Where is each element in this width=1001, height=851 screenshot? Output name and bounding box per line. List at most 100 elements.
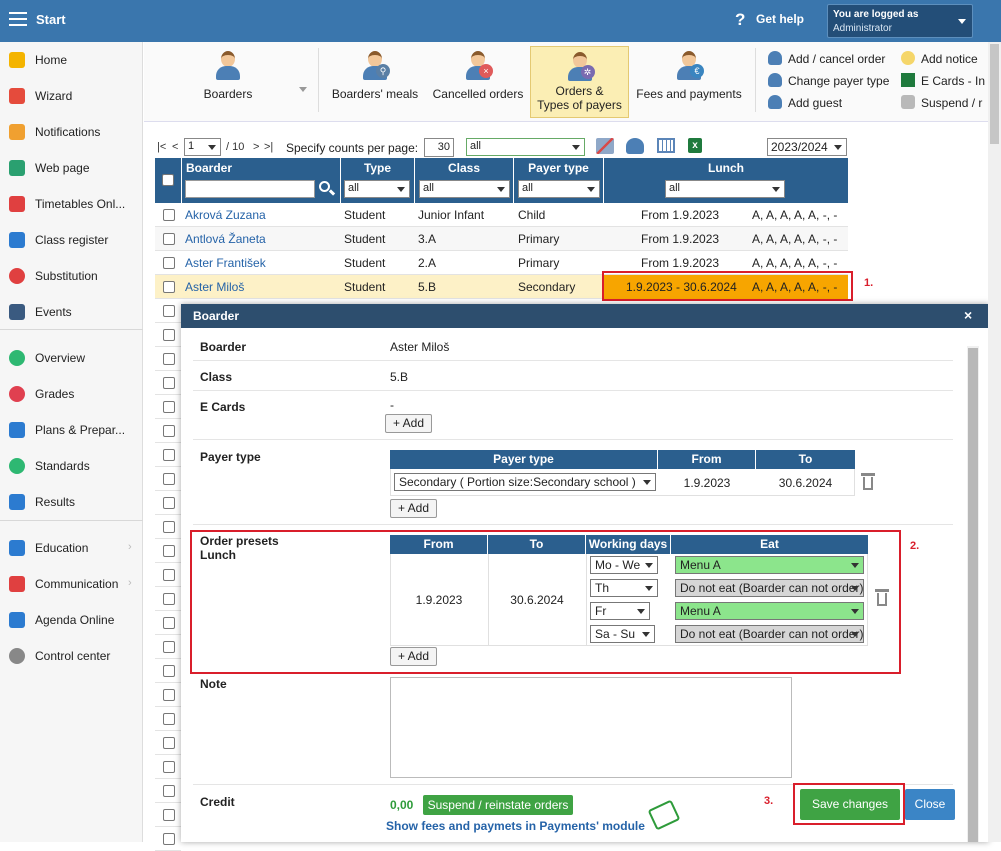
school-year-select[interactable]: 2023/2024 [767, 138, 847, 156]
table-row[interactable] [155, 467, 181, 491]
fees-payments-link[interactable]: Show fees and paymets in Payments' modul… [386, 819, 645, 833]
page-scrollbar-thumb[interactable] [990, 44, 999, 144]
lunch-days-cell[interactable]: A, A, A, A, A, -, - [752, 208, 837, 222]
last-page-link[interactable]: >| [264, 141, 273, 153]
table-row[interactable]: Antlová Žaneta Student 3.A Primary From … [155, 227, 848, 251]
sidebar-item-standards[interactable]: Standards [0, 448, 143, 482]
sidebar-item-plans-prepar[interactable]: Plans & Prepar... [0, 412, 143, 446]
row-checkbox[interactable] [163, 761, 175, 773]
boarder-name-link[interactable]: Antlová Žaneta [185, 232, 266, 246]
lunch-period-cell[interactable]: From 1.9.2023 [641, 208, 719, 222]
table-row[interactable] [155, 827, 181, 851]
boarder-search-input[interactable] [185, 180, 315, 198]
table-row[interactable] [155, 635, 181, 659]
row-checkbox[interactable] [163, 617, 175, 629]
trash-icon[interactable] [861, 473, 875, 490]
table-row[interactable] [155, 515, 181, 539]
type-filter-select[interactable]: all [344, 180, 410, 198]
row-checkbox[interactable] [163, 281, 175, 293]
lunch-filter-select[interactable]: all [665, 180, 785, 198]
table-row[interactable] [155, 539, 181, 563]
row-checkbox[interactable] [163, 641, 175, 653]
lunch-days-cell[interactable]: A, A, A, A, A, -, - [752, 256, 837, 270]
table-row[interactable] [155, 587, 181, 611]
table-row[interactable] [155, 491, 181, 515]
header-class-label[interactable]: Class [415, 161, 513, 175]
row-checkbox[interactable] [163, 233, 175, 245]
row-checkbox[interactable] [163, 497, 175, 509]
table-row[interactable] [155, 755, 181, 779]
table-row[interactable] [155, 371, 181, 395]
sidebar-item-notifications[interactable]: Notifications [0, 114, 143, 148]
table-row[interactable] [155, 707, 181, 731]
lunch-period-cell[interactable]: From 1.9.2023 [641, 232, 719, 246]
sidebar-item-substitution[interactable]: Substitution [0, 258, 143, 292]
ribbon-cancelled-orders[interactable]: × Cancelled orders [430, 46, 526, 114]
row-checkbox[interactable] [163, 737, 175, 749]
header-payer-type-label[interactable]: Payer type [514, 161, 603, 175]
row-checkbox[interactable] [163, 473, 175, 485]
table-row[interactable] [155, 683, 181, 707]
hamburger-menu-icon[interactable] [9, 12, 27, 27]
sidebar-item-communication[interactable]: Communication › [0, 566, 143, 600]
note-textarea[interactable] [390, 677, 792, 778]
row-checkbox[interactable] [163, 209, 175, 221]
table-row[interactable]: Akrová Zuzana Student Junior Infant Chil… [155, 203, 848, 227]
row-checkbox[interactable] [163, 257, 175, 269]
sidebar-item-control-center[interactable]: Control center [0, 638, 143, 672]
table-row[interactable] [155, 299, 181, 323]
row-checkbox[interactable] [163, 353, 175, 365]
row-checkbox[interactable] [163, 689, 175, 701]
close-button[interactable]: Close [905, 789, 955, 820]
table-row[interactable] [155, 803, 181, 827]
payer-add-button[interactable]: + Add [390, 499, 437, 518]
page-select[interactable]: 1 [184, 138, 221, 156]
filter-select[interactable]: all [466, 138, 585, 156]
table-row[interactable] [155, 323, 181, 347]
search-icon[interactable] [318, 180, 336, 197]
table-row[interactable] [155, 731, 181, 755]
row-checkbox[interactable] [163, 377, 175, 389]
sidebar-item-results[interactable]: Results [0, 484, 143, 518]
sidebar-item-agenda-online[interactable]: Agenda Online [0, 602, 143, 636]
lunch-days-cell[interactable]: A, A, A, A, A, -, - [752, 232, 837, 246]
header-lunch-label[interactable]: Lunch [604, 161, 848, 175]
table-row[interactable] [155, 659, 181, 683]
suspend-orders-button[interactable]: Suspend / reinstate orders [423, 795, 573, 815]
row-checkbox[interactable] [163, 833, 175, 845]
page-scrollbar[interactable] [988, 42, 1001, 842]
app-title[interactable]: Start [36, 12, 66, 27]
payer-type-filter-select[interactable]: all [518, 180, 600, 198]
class-filter-select[interactable]: all [419, 180, 510, 198]
next-page-link[interactable]: > [253, 141, 259, 153]
table-row[interactable] [155, 563, 181, 587]
table-row[interactable] [155, 419, 181, 443]
row-checkbox[interactable] [163, 305, 175, 317]
table-row[interactable] [155, 347, 181, 371]
sidebar-item-home[interactable]: Home [0, 42, 143, 76]
sidebar-item-web-page[interactable]: Web page [0, 150, 143, 184]
ecards-add-button[interactable]: + Add [385, 414, 432, 433]
row-checkbox[interactable] [163, 449, 175, 461]
close-icon[interactable]: × [964, 307, 972, 323]
payer-to-value[interactable]: 30.6.2024 [756, 476, 855, 490]
sidebar-item-class-register[interactable]: Class register [0, 222, 143, 256]
boarder-name-link[interactable]: Aster František [185, 256, 266, 270]
ribbon-boarders[interactable]: Boarders [188, 46, 268, 114]
sidebar-item-overview[interactable]: Overview [0, 340, 143, 374]
table-row[interactable] [155, 779, 181, 803]
payer-from-value[interactable]: 1.9.2023 [658, 476, 756, 490]
row-checkbox[interactable] [163, 713, 175, 725]
ribbon-fees-payments[interactable]: € Fees and payments [634, 46, 744, 114]
payer-type-select[interactable]: Secondary ( Portion size:Secondary schoo… [394, 473, 656, 491]
row-checkbox[interactable] [163, 569, 175, 581]
get-help-link[interactable]: Get help [756, 12, 804, 26]
row-checkbox[interactable] [163, 329, 175, 341]
dialog-scrollbar-thumb[interactable] [968, 348, 978, 842]
row-checkbox[interactable] [163, 593, 175, 605]
table-row[interactable] [155, 395, 181, 419]
row-checkbox[interactable] [163, 521, 175, 533]
first-page-link[interactable]: |< [157, 141, 166, 153]
columns-icon[interactable] [657, 138, 675, 153]
row-checkbox[interactable] [163, 401, 175, 413]
